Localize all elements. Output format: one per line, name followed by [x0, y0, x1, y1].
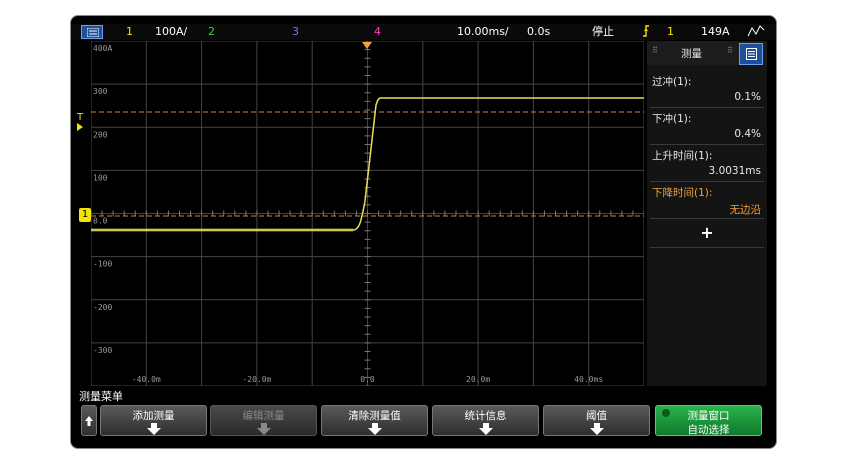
y-tick-label: 100	[93, 173, 108, 182]
drag-handle-icon[interactable]: ⠿	[652, 46, 658, 55]
drag-handle-icon-2[interactable]: ⠿	[727, 46, 733, 55]
channel-1-number[interactable]: 1	[126, 24, 133, 40]
measurement-panel-header: ⠿ 测量 ⠿	[647, 41, 767, 65]
x-tick-label: -40.0m	[132, 375, 161, 384]
add-measurement-icon[interactable]: +	[647, 223, 767, 242]
y-tick-label: 200	[93, 130, 108, 139]
statistics-button[interactable]: 统计信息	[432, 405, 539, 436]
arrow-down-icon	[479, 423, 493, 435]
arrow-down-icon	[147, 423, 161, 435]
x-tick-label: 20.0m	[466, 375, 490, 384]
y-tick-label: -100	[93, 260, 112, 269]
x-tick-label: 0.0	[360, 375, 375, 384]
menu-icon	[87, 28, 99, 37]
arrow-down-icon	[590, 423, 604, 435]
separator	[650, 144, 764, 145]
clear-measurements-button[interactable]: 清除测量值	[321, 405, 428, 436]
arrow-down-icon	[257, 423, 271, 435]
fall-time-value: 无边沿	[729, 204, 762, 216]
undershoot-value: 0.4%	[734, 128, 761, 140]
channel-1-scale[interactable]: 100A/	[155, 24, 187, 40]
x-tick-label: 40.0ms	[574, 375, 603, 384]
clear-measurements-label: 清除测量值	[348, 410, 401, 422]
list-icon	[746, 48, 757, 60]
trigger-level[interactable]: 149A	[701, 24, 730, 40]
waveform-display[interactable]: 400A 300 200 100 0.0 -100 -200 -300 -40.0m -20.0…	[91, 41, 644, 386]
channel-2-number[interactable]: 2	[208, 24, 215, 40]
statistics-label: 统计信息	[464, 410, 507, 422]
trigger-arrow-icon	[77, 123, 83, 131]
threshold-button[interactable]: 阈值	[543, 405, 650, 436]
overshoot-label[interactable]: 过冲(1):	[652, 74, 691, 89]
y-tick-label: 300	[93, 87, 108, 96]
trigger-source[interactable]: 1	[667, 24, 674, 40]
measurement-panel: ⠿ 测量 ⠿ 过冲(1): 0.1% 下冲(1): 0.4% 上升时间(1): …	[647, 41, 767, 386]
channel-4-number[interactable]: 4	[374, 24, 381, 40]
channel-1-ground-marker-label: 1	[81, 209, 89, 220]
timebase-readout[interactable]: 10.00ms/	[457, 24, 509, 40]
separator	[650, 181, 764, 182]
undershoot-label[interactable]: 下冲(1):	[652, 111, 691, 126]
trigger-level-marker-label: T	[77, 112, 84, 123]
main-menu-button[interactable]	[81, 25, 103, 39]
threshold-label: 阈值	[586, 410, 607, 422]
edit-measurement-label: 编辑测量	[242, 410, 285, 422]
measurement-window-label: 测量窗口	[687, 410, 730, 422]
overshoot-value: 0.1%	[734, 91, 761, 103]
menu-title: 测量菜单	[79, 390, 123, 403]
y-tick-label: -200	[93, 303, 112, 312]
separator	[650, 107, 764, 108]
separator	[650, 247, 764, 248]
oscilloscope-screen: 1 100A/ 2 3 4 10.00ms/ 0.0s 停止 1 149A 40…	[70, 15, 777, 449]
panel-tab-button[interactable]	[739, 43, 763, 65]
rise-time-value: 3.0031ms	[708, 165, 761, 177]
separator	[650, 218, 764, 219]
measurement-panel-title: 测量	[681, 48, 702, 60]
y-tick-label: -300	[93, 346, 112, 355]
measurement-window-button[interactable]: 测量窗口 自动选择	[655, 405, 762, 436]
add-measurement-label: 添加测量	[132, 410, 175, 422]
edit-measurement-button[interactable]: 编辑测量	[210, 405, 317, 436]
channel-3-number[interactable]: 3	[292, 24, 299, 40]
rise-time-label[interactable]: 上升时间(1):	[652, 148, 712, 163]
trigger-level-marker[interactable]: T	[77, 112, 84, 131]
measurement-window-value: 自动选择	[687, 424, 730, 436]
add-measurement-button[interactable]: 添加测量	[100, 405, 207, 436]
delay-readout[interactable]: 0.0s	[527, 24, 550, 40]
run-state[interactable]: 停止	[592, 24, 614, 40]
fall-time-label[interactable]: 下降时间(1):	[652, 185, 712, 200]
y-tick-label: 0.0	[93, 217, 108, 226]
x-tick-label: -20.0m	[242, 375, 271, 384]
status-bar: 1 100A/ 2 3 4 10.00ms/ 0.0s 停止 1 149A	[71, 24, 776, 40]
arrow-up-icon	[85, 416, 93, 426]
arrow-down-icon	[368, 423, 382, 435]
channel-1-ground-marker[interactable]: 1	[79, 208, 91, 222]
back-button[interactable]	[81, 405, 97, 436]
y-tick-label: 400A	[93, 44, 112, 53]
